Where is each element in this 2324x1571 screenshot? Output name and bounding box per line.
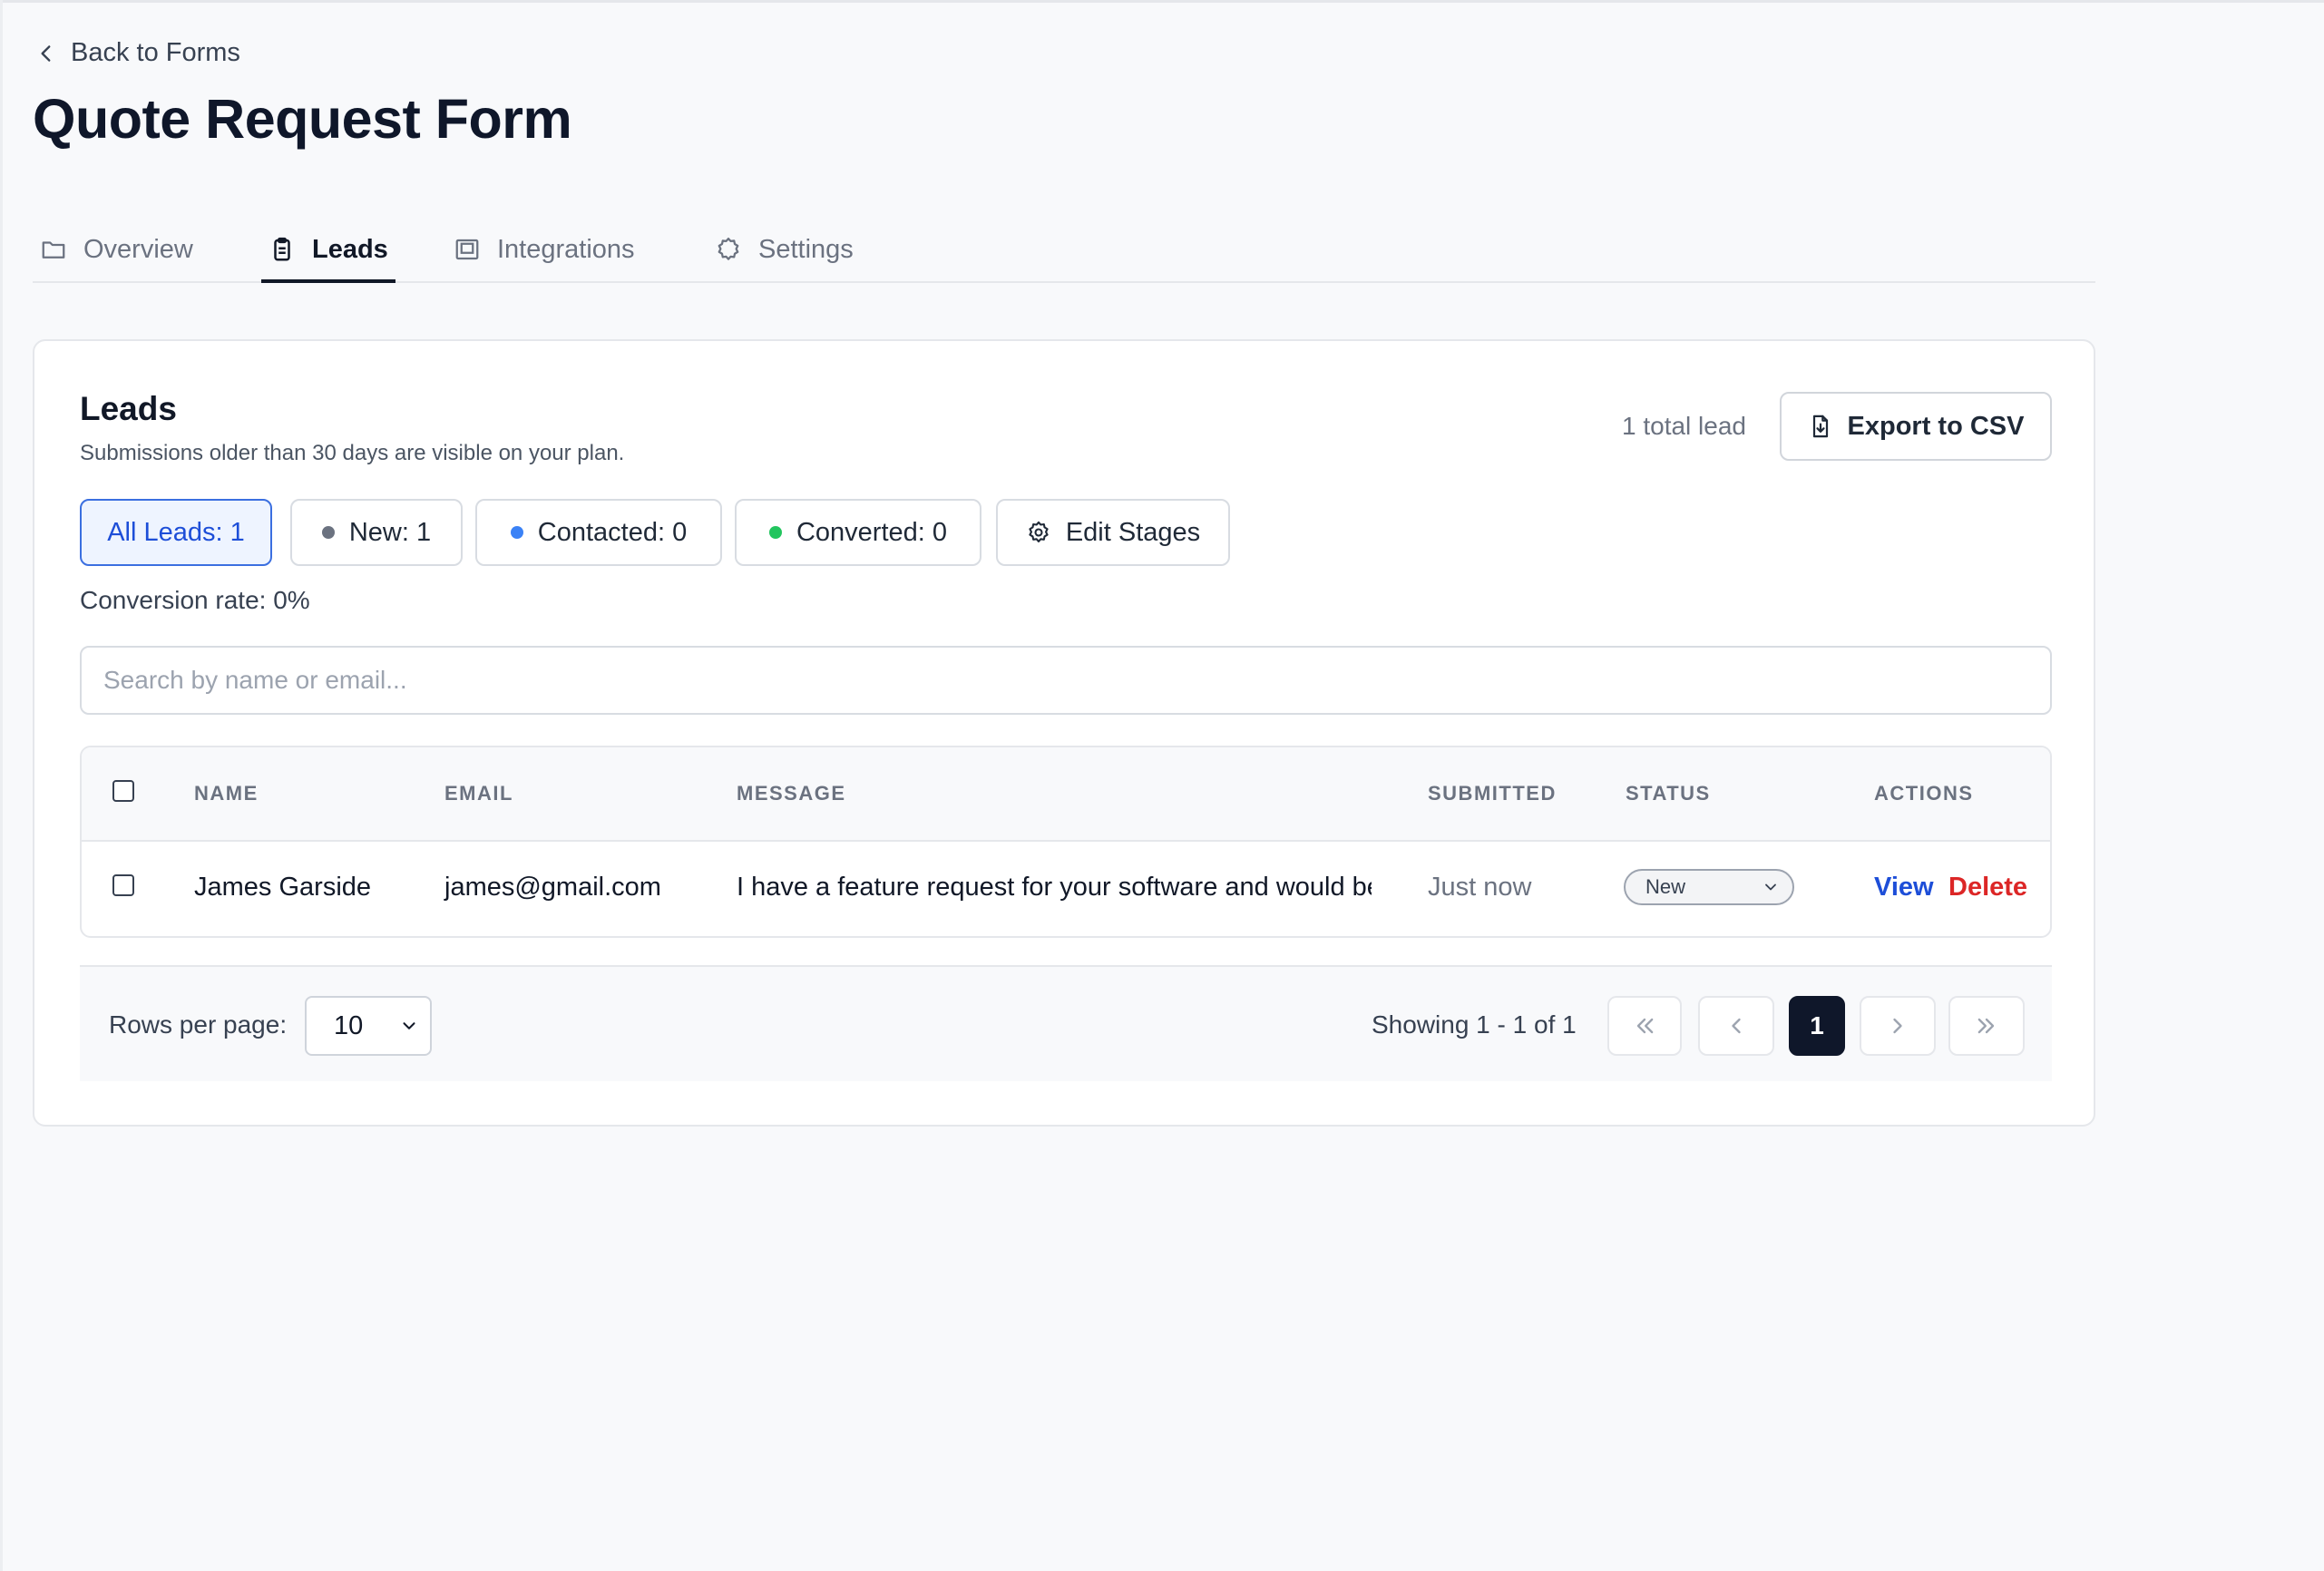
tab-leads-label: Leads: [312, 234, 388, 264]
table-header: NAME EMAIL MESSAGE SUBMITTED STATUS ACTI…: [82, 747, 2050, 842]
status-dot-blue: [510, 526, 523, 539]
chevron-left-icon: [41, 44, 51, 62]
column-header-status: STATUS: [1626, 782, 1711, 805]
view-lead-link[interactable]: View: [1874, 873, 1934, 903]
leads-card: Leads Submissions older than 30 days are…: [33, 339, 2095, 1127]
rows-per-page-select[interactable]: 10: [305, 996, 432, 1056]
tab-bar: Overview Leads Integrations Settings: [33, 218, 2095, 283]
first-page-button[interactable]: [1607, 996, 1682, 1056]
chevrons-right-icon: [1977, 1018, 1995, 1034]
row-checkbox[interactable]: [112, 874, 134, 896]
lead-name: James Garside: [194, 873, 372, 902]
last-page-button[interactable]: [1948, 996, 2025, 1056]
rows-per-page-value: 10: [334, 1010, 364, 1040]
tab-integrations-label: Integrations: [497, 234, 635, 264]
conversion-rate: Conversion rate: 0%: [80, 586, 310, 614]
column-header-actions: ACTIONS: [1874, 782, 1974, 805]
filter-contacted-label: Contacted: 0: [537, 517, 688, 547]
chevron-down-icon: [1765, 883, 1776, 891]
tab-settings[interactable]: Settings: [715, 218, 854, 281]
export-csv-button[interactable]: Export to CSV: [1780, 392, 2052, 461]
showing-range: Showing 1 - 1 of 1: [1372, 1010, 1577, 1039]
chevrons-left-icon: [1636, 1018, 1654, 1034]
tab-overview[interactable]: Overview: [40, 218, 193, 281]
left-border: [0, 0, 3, 1571]
previous-page-button[interactable]: [1698, 996, 1774, 1056]
chevron-right-icon: [1893, 1018, 1902, 1034]
tab-integrations[interactable]: Integrations: [454, 218, 635, 281]
file-download-icon: [1812, 415, 1828, 438]
filter-converted-label: Converted: 0: [796, 517, 948, 547]
lead-email: james@gmail.com: [444, 873, 661, 902]
next-page-button[interactable]: [1860, 996, 1936, 1056]
layout-icon: [455, 239, 479, 260]
lead-message: I have a feature request for your softwa…: [737, 873, 1372, 902]
leads-subtitle: Submissions older than 30 days are visib…: [80, 441, 625, 465]
back-to-forms-label: Back to Forms: [71, 38, 240, 67]
column-header-email: EMAIL: [444, 782, 513, 805]
tab-leads[interactable]: Leads: [261, 218, 395, 283]
filter-all-leads[interactable]: All Leads: 1: [80, 499, 272, 566]
tab-overview-label: Overview: [83, 234, 193, 264]
column-header-submitted: SUBMITTED: [1428, 782, 1557, 805]
clipboard-icon: [274, 237, 290, 261]
rows-per-page-label: Rows per page:: [109, 1010, 288, 1039]
filter-contacted[interactable]: Contacted: 0: [475, 499, 722, 566]
status-dot-green: [768, 526, 782, 539]
export-csv-label: Export to CSV: [1847, 411, 2025, 441]
select-all-checkbox[interactable]: [112, 780, 134, 802]
top-border: [0, 0, 2324, 3]
total-leads-count: 1 total lead: [1622, 412, 1746, 440]
page-1-button[interactable]: 1: [1789, 996, 1845, 1056]
status-select[interactable]: New: [1624, 869, 1794, 905]
folder-icon: [42, 241, 65, 259]
column-header-name: NAME: [194, 782, 259, 805]
lead-submitted: Just now: [1428, 873, 1532, 902]
edit-stages-button[interactable]: Edit Stages: [996, 499, 1230, 566]
leads-table: NAME EMAIL MESSAGE SUBMITTED STATUS ACTI…: [80, 746, 2052, 938]
status-value: New: [1645, 875, 1686, 898]
column-header-message: MESSAGE: [737, 782, 846, 805]
filter-converted[interactable]: Converted: 0: [735, 499, 981, 566]
chevron-down-icon: [403, 1022, 415, 1029]
chevron-left-icon: [1732, 1018, 1741, 1034]
delete-lead-link[interactable]: Delete: [1948, 873, 2027, 903]
status-dot-gray: [321, 526, 335, 539]
filter-new-label: New: 1: [348, 517, 432, 547]
leads-title: Leads: [80, 390, 177, 427]
filter-all-leads-label: All Leads: 1: [107, 517, 245, 547]
pagination-bar: Rows per page: 10 Showing 1 - 1 of 1 1: [80, 965, 2052, 1081]
gear-icon: [1029, 521, 1049, 542]
tab-settings-label: Settings: [758, 234, 854, 264]
search-input[interactable]: [80, 646, 2052, 715]
page-title: Quote Request Form: [33, 88, 572, 150]
edit-stages-label: Edit Stages: [1065, 517, 1201, 547]
settings-icon: [718, 238, 739, 260]
filter-new[interactable]: New: 1: [290, 499, 463, 566]
back-to-forms-link[interactable]: Back to Forms: [34, 38, 240, 68]
